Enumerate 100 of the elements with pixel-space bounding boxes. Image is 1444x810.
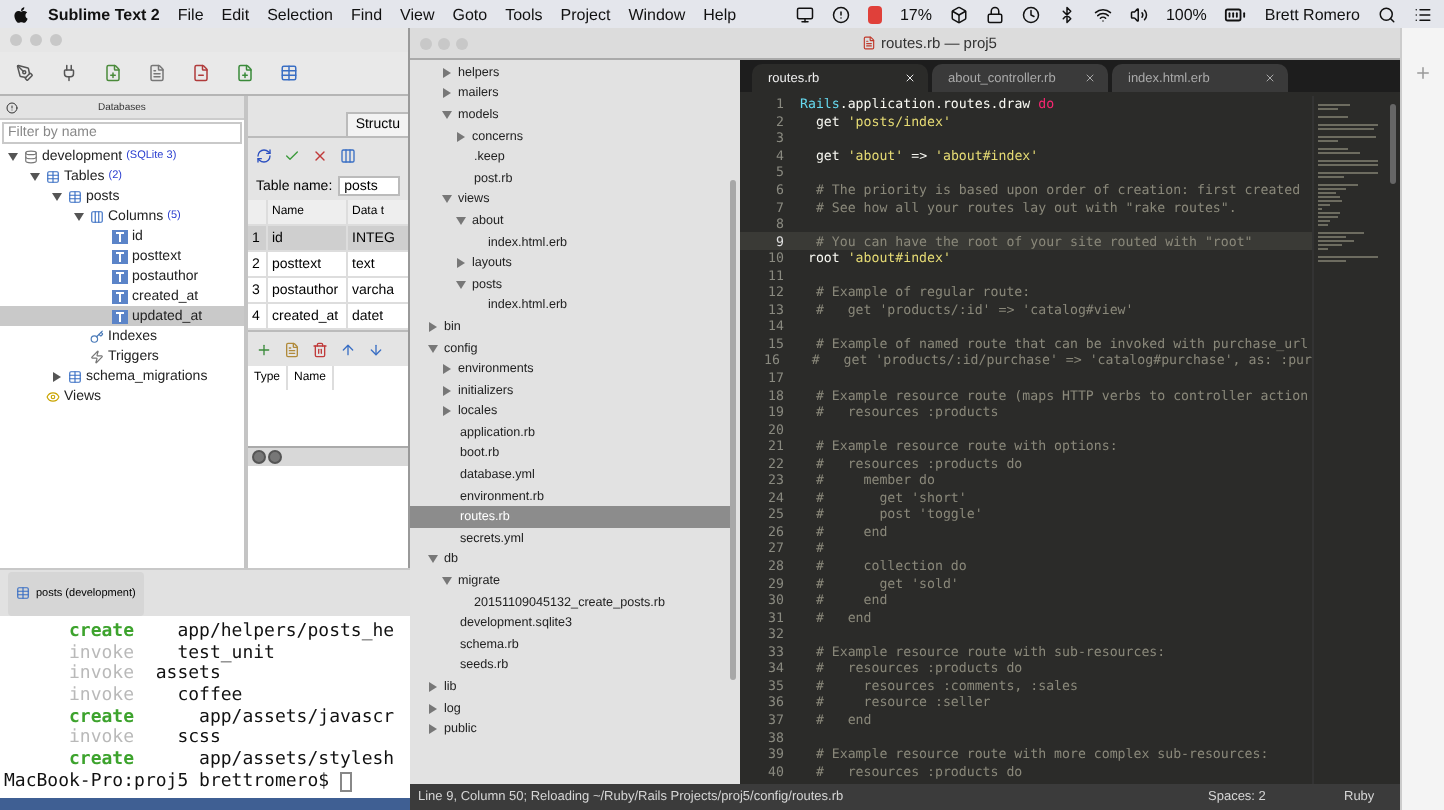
- column-icon: [112, 249, 128, 263]
- table-icon: [46, 169, 60, 183]
- down-arrow-icon[interactable]: [368, 341, 384, 357]
- right-triangle-icon[interactable]: [442, 67, 452, 78]
- menu-item[interactable]: Edit: [221, 5, 250, 23]
- minimap-drawing[interactable]: [1312, 96, 1384, 784]
- terminal-path: app/assets/stylesh: [197, 750, 395, 772]
- menu-item[interactable]: View: [400, 5, 435, 23]
- terminal-path: test_unit: [175, 643, 275, 665]
- terminal-path: coffee: [175, 686, 243, 708]
- prompt-text: MacBook-Pro:proj5 brettromero$: [4, 771, 330, 794]
- menu-item[interactable]: Project: [560, 5, 611, 23]
- wifi-icon[interactable]: [1093, 5, 1112, 23]
- user-name[interactable]: Brett Romero: [1264, 5, 1360, 23]
- document-icon[interactable]: [284, 341, 300, 357]
- columns-icon: [90, 209, 104, 223]
- clock-icon[interactable]: [1021, 5, 1040, 23]
- terminal-action: invoke: [67, 686, 135, 708]
- terminal-action: invoke: [67, 643, 135, 664]
- pen-icon[interactable]: [16, 64, 34, 82]
- menu-item[interactable]: Goto: [452, 5, 488, 23]
- down-triangle-icon[interactable]: [428, 554, 438, 565]
- refresh-icon[interactable]: [256, 147, 272, 163]
- add-icon[interactable]: [256, 341, 272, 357]
- right-triangle-icon[interactable]: [442, 385, 452, 396]
- eye-icon: [46, 389, 60, 403]
- right-triangle-icon[interactable]: [428, 321, 438, 332]
- down-triangle-icon[interactable]: [456, 215, 466, 226]
- table-icon: [16, 586, 30, 600]
- search-icon[interactable]: [1378, 5, 1396, 23]
- column-icon: [112, 229, 128, 243]
- menu-item[interactable]: Find: [350, 5, 383, 23]
- menu-item[interactable]: Selection: [267, 5, 333, 23]
- right-triangle-icon[interactable]: [442, 406, 452, 417]
- list-icon[interactable]: [1414, 5, 1432, 23]
- cursor-block: [339, 772, 352, 793]
- down-triangle-icon[interactable]: [8, 151, 18, 161]
- app-status-icon[interactable]: [867, 5, 882, 23]
- right-triangle-icon[interactable]: [428, 682, 438, 693]
- terminal-path: app/helpers/posts_he: [175, 622, 395, 644]
- database-icon: [24, 149, 38, 163]
- key-icon: [90, 329, 104, 343]
- lock-icon[interactable]: [985, 5, 1004, 23]
- down-triangle-icon[interactable]: [442, 194, 452, 205]
- terminal-path: scss: [175, 728, 221, 750]
- alert-icon[interactable]: [831, 5, 850, 23]
- app-menu[interactable]: Sublime Text 2: [48, 5, 160, 23]
- bolt-icon: [90, 349, 104, 363]
- terminal-action: invoke: [67, 664, 135, 686]
- file-plus-icon[interactable]: [236, 64, 254, 82]
- up-arrow-icon[interactable]: [340, 341, 356, 357]
- terminal-action: invoke: [67, 728, 135, 751]
- battery-icon[interactable]: [1224, 3, 1247, 25]
- check-icon[interactable]: [284, 147, 300, 163]
- column-icon: [112, 309, 128, 323]
- down-triangle-icon[interactable]: [52, 191, 62, 201]
- menu-item[interactable]: File: [177, 5, 204, 23]
- down-triangle-icon[interactable]: [442, 109, 452, 120]
- right-triangle-icon[interactable]: [442, 88, 452, 99]
- cpu-reading: 17%: [899, 5, 932, 23]
- down-triangle-icon[interactable]: [428, 343, 438, 354]
- bluetooth-icon[interactable]: [1057, 5, 1076, 23]
- file-plus-icon[interactable]: [104, 64, 122, 82]
- document-icon: [861, 36, 876, 50]
- plus-icon[interactable]: [1414, 64, 1432, 82]
- scrollbar-thumb[interactable]: [730, 180, 736, 680]
- volume-icon[interactable]: [1129, 5, 1148, 23]
- terminal-action: create: [67, 750, 135, 772]
- right-triangle-icon[interactable]: [456, 131, 466, 142]
- column-icon: [112, 289, 128, 303]
- right-triangle-icon[interactable]: [428, 724, 438, 735]
- table-icon[interactable]: [280, 64, 298, 82]
- down-triangle-icon[interactable]: [456, 279, 466, 290]
- terminal-path: app/assets/javascr: [197, 707, 395, 729]
- table-icon: [68, 189, 82, 203]
- info-icon: [6, 101, 18, 113]
- columns-icon[interactable]: [340, 147, 356, 163]
- box-icon[interactable]: [949, 5, 968, 23]
- down-triangle-icon[interactable]: [30, 171, 40, 181]
- menu-item[interactable]: Help: [703, 5, 737, 23]
- down-triangle-icon[interactable]: [442, 576, 452, 587]
- right-triangle-icon[interactable]: [52, 371, 62, 381]
- column-icon: [112, 269, 128, 283]
- document-icon[interactable]: [148, 64, 166, 82]
- menu-item[interactable]: Tools: [505, 5, 543, 23]
- terminal-action: create: [67, 622, 135, 644]
- menu-item[interactable]: Window: [628, 5, 686, 23]
- terminal-path: assets: [153, 664, 221, 686]
- battery-reading: 100%: [1165, 5, 1207, 23]
- down-triangle-icon[interactable]: [74, 211, 84, 221]
- right-triangle-icon[interactable]: [456, 258, 466, 269]
- apple-icon[interactable]: [12, 5, 30, 23]
- right-triangle-icon[interactable]: [442, 364, 452, 375]
- file-minus-icon[interactable]: [192, 64, 210, 82]
- trash-icon[interactable]: [312, 341, 328, 357]
- right-triangle-icon[interactable]: [428, 703, 438, 714]
- terminal-action: create: [67, 707, 135, 728]
- scrollbar-thumb[interactable]: [1389, 104, 1395, 184]
- plug-icon[interactable]: [60, 64, 78, 82]
- monitor-icon[interactable]: [795, 5, 814, 23]
